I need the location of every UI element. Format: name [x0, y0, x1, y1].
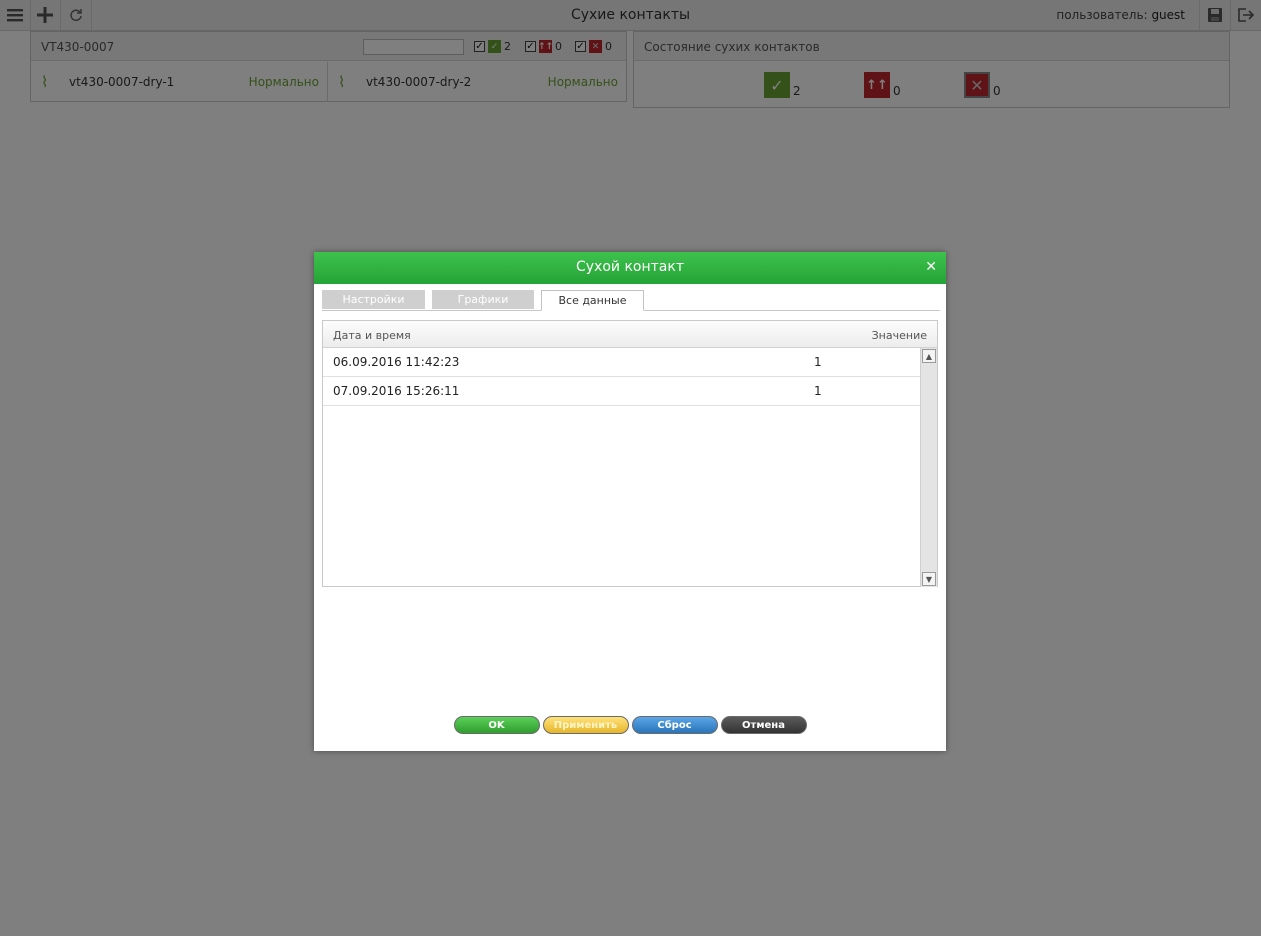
cell-datetime: 07.09.2016 15:26:11	[333, 384, 460, 398]
tab-all-data[interactable]: Все данные	[541, 290, 644, 311]
dialog-header: Сухой контакт ✕	[314, 252, 946, 284]
scroll-down-icon[interactable]: ▼	[922, 572, 936, 586]
data-grid: Дата и время Значение 06.09.2016 11:42:2…	[322, 320, 938, 587]
grid-header: Дата и время Значение	[323, 321, 937, 348]
column-header-value[interactable]: Значение	[872, 329, 927, 342]
grid-scrollbar[interactable]: ▲ ▼	[920, 348, 937, 587]
close-icon[interactable]: ✕	[925, 259, 937, 275]
tab-settings[interactable]: Настройки	[322, 290, 425, 309]
cell-datetime: 06.09.2016 11:42:23	[333, 355, 460, 369]
cell-value: 1	[814, 355, 822, 369]
grid-body: 06.09.2016 11:42:23 1 07.09.2016 15:26:1…	[323, 348, 921, 587]
scroll-up-icon[interactable]: ▲	[922, 349, 936, 363]
cancel-button[interactable]: Отмена	[720, 716, 807, 734]
cell-value: 1	[814, 384, 822, 398]
ok-button[interactable]: OK	[453, 716, 540, 734]
column-header-datetime[interactable]: Дата и время	[333, 329, 411, 342]
tab-charts[interactable]: Графики	[432, 290, 534, 309]
dialog-tabs: Настройки Графики Все данные	[322, 290, 940, 311]
dry-contact-dialog: Сухой контакт ✕ Настройки Графики Все да…	[314, 252, 946, 751]
reset-button[interactable]: Сброс	[631, 716, 718, 734]
table-row[interactable]: 06.09.2016 11:42:23 1	[323, 348, 921, 377]
dialog-buttons: OK Применить Сброс Отмена	[314, 716, 946, 734]
table-row[interactable]: 07.09.2016 15:26:11 1	[323, 377, 921, 406]
apply-button[interactable]: Применить	[542, 716, 629, 734]
dialog-title: Сухой контакт	[576, 259, 684, 275]
